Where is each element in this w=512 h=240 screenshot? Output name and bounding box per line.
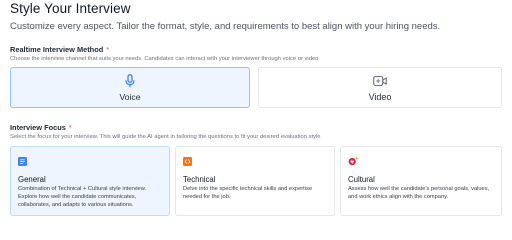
technical-focus-card[interactable]: Technical Delve into the specific techni… <box>175 146 335 216</box>
required-asterisk: * <box>68 123 72 132</box>
technical-focus-description: Delve into the specific technical skills… <box>183 186 312 200</box>
method-section-hint: Choose the interview channel that suits … <box>10 56 319 62</box>
technical-focus-title: Technical <box>183 175 216 184</box>
page-title: Style Your Interview <box>10 1 131 16</box>
general-focus-description: Combination of Technical + Cultural styl… <box>18 186 147 208</box>
document-icon <box>18 153 27 166</box>
voice-option-label: Voice <box>119 91 141 102</box>
voice-option-card[interactable]: Voice <box>10 67 250 108</box>
sparkle-heart-icon <box>348 153 359 166</box>
video-option-card[interactable]: Video <box>258 67 502 108</box>
general-focus-title: General <box>18 175 46 184</box>
method-section-label: Realtime Interview Method * <box>10 45 110 54</box>
general-focus-card[interactable]: General Combination of Technical + Cultu… <box>10 146 170 216</box>
microphone-icon <box>125 73 135 88</box>
cultural-focus-card[interactable]: Cultural Assess how well the candidate's… <box>340 146 502 216</box>
code-file-icon <box>183 153 192 166</box>
focus-section-label: Interview Focus * <box>10 123 72 132</box>
cultural-focus-description: Assess how well the candidate's personal… <box>348 186 490 200</box>
required-asterisk: * <box>106 45 110 54</box>
page-subtitle: Customize every aspect. Tailor the forma… <box>10 21 441 32</box>
cultural-focus-title: Cultural <box>348 175 375 184</box>
video-icon <box>373 74 387 88</box>
video-option-label: Video <box>368 91 392 102</box>
focus-section-hint: Select the focus for your interview. Thi… <box>10 134 321 140</box>
